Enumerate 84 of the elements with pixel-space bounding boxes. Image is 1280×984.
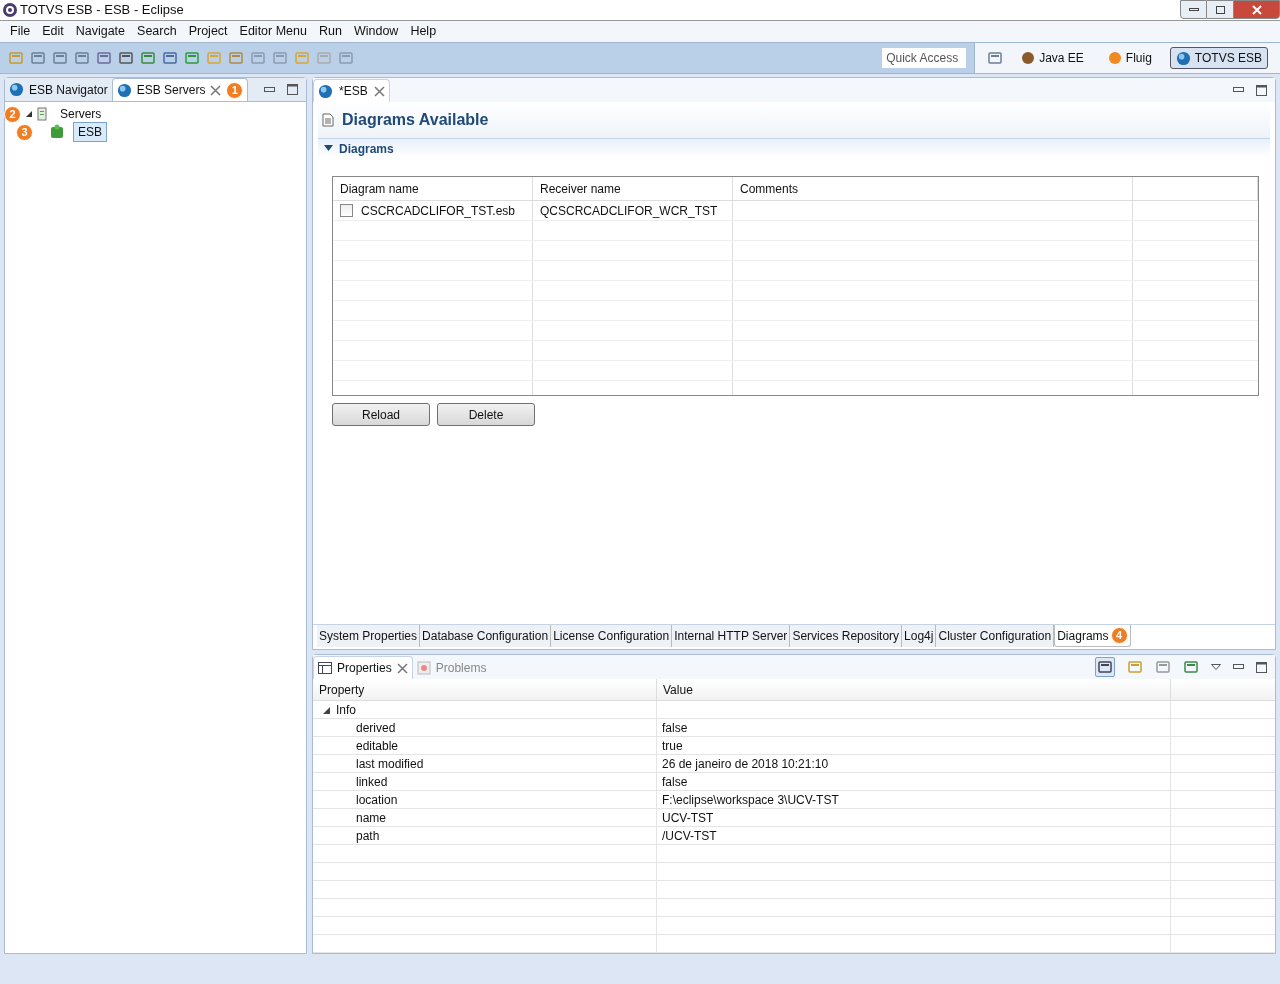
menu-item[interactable]: Help: [404, 22, 443, 41]
reload-button[interactable]: Reload: [332, 403, 430, 426]
close-button[interactable]: [1233, 0, 1280, 19]
column-header[interactable]: Property: [313, 679, 657, 700]
view-tab[interactable]: ESB Navigator: [5, 78, 112, 101]
minimize-icon[interactable]: [1233, 87, 1244, 93]
group-label: Info: [336, 702, 356, 719]
menu-item[interactable]: Window: [347, 22, 405, 41]
globe-icon: [9, 82, 24, 97]
table-cell-text: QCSCRCADCLIFOR_WCR_TST: [540, 202, 718, 220]
perspective-button[interactable]: Fluig: [1101, 47, 1158, 69]
tree-item[interactable]: Servers: [55, 104, 107, 124]
property-name: linked: [356, 774, 388, 791]
menu-item[interactable]: Project: [182, 22, 234, 41]
table-cell-text: CSCRCADCLIFOR_TST.esb: [361, 202, 516, 220]
page-tab[interactable]: Diagrams 4: [1054, 625, 1131, 647]
globe-icon: [318, 83, 333, 99]
maximize-icon[interactable]: [287, 84, 298, 95]
page-tab[interactable]: Cluster Configuration: [936, 625, 1055, 647]
property-name: derived: [356, 720, 396, 737]
expand-arrow-icon[interactable]: [25, 110, 33, 118]
window-title: TOTVS ESB - ESB - Eclipse: [20, 1, 184, 20]
column-header[interactable]: Value: [657, 679, 1171, 700]
page-tab[interactable]: System Properties: [317, 625, 421, 647]
property-name: location: [356, 792, 398, 809]
globe-icon: [1175, 50, 1191, 66]
quick-access-field[interactable]: Quick Access: [882, 48, 967, 68]
property-value: false: [662, 720, 688, 737]
tree-item[interactable]: ESB: [73, 122, 107, 142]
expand-arrow-icon: [324, 145, 333, 152]
menu-item[interactable]: Editor Menu: [233, 22, 313, 41]
table-icon: [318, 662, 332, 674]
maximize-icon[interactable]: [1256, 84, 1267, 96]
number-badge: 1: [226, 81, 244, 99]
delete-button[interactable]: Delete: [437, 403, 535, 426]
close-icon: [1251, 4, 1262, 15]
server-icon: [37, 107, 47, 121]
view-tab[interactable]: ESB Servers 1: [111, 78, 249, 101]
restore-button[interactable]: [1207, 0, 1233, 19]
menu-item[interactable]: Search: [131, 22, 183, 41]
page-tab[interactable]: Database Configuration: [420, 625, 552, 647]
perspective-button[interactable]: Java EE: [1015, 47, 1090, 69]
column-header[interactable]: Receiver name: [533, 177, 733, 200]
page-tab[interactable]: Internal HTTP Server: [672, 625, 791, 647]
close-icon[interactable]: [210, 84, 222, 96]
perspective-button[interactable]: TOTVS ESB: [1169, 47, 1268, 69]
view-menu-icon[interactable]: [1211, 664, 1221, 670]
menu-item[interactable]: Run: [312, 22, 348, 41]
minimize-icon[interactable]: [1233, 664, 1244, 670]
section-header[interactable]: Diagrams: [318, 138, 1270, 158]
row-checkbox[interactable]: [340, 204, 353, 217]
property-value: false: [662, 774, 688, 791]
property-value: UCV-TST: [662, 810, 714, 827]
property-name: path: [356, 828, 380, 845]
minimize-icon[interactable]: [264, 86, 275, 93]
globe-icon: [116, 82, 132, 98]
number-badge: 3: [16, 123, 33, 141]
editor-tab[interactable]: *ESB: [313, 79, 390, 102]
maximize-icon[interactable]: [1256, 661, 1267, 673]
page-tab[interactable]: Services Repository: [790, 625, 903, 647]
document-icon: [322, 113, 334, 127]
property-value: 26 de janeiro de 2018 10:21:10: [662, 756, 829, 773]
menu-item[interactable]: Edit: [36, 22, 70, 41]
close-icon[interactable]: [373, 85, 385, 97]
property-name: editable: [356, 738, 399, 755]
property-name: name: [356, 810, 387, 827]
number-badge: 4: [1110, 627, 1128, 644]
property-value: true: [662, 738, 683, 755]
page-tab[interactable]: License Configuration: [551, 625, 673, 647]
column-header[interactable]: Diagram name: [333, 177, 533, 200]
minimize-button[interactable]: [1180, 0, 1207, 19]
warning-list-icon: [416, 660, 431, 675]
expand-arrow-icon[interactable]: [323, 706, 330, 714]
form-title: Diagrams Available: [342, 110, 489, 130]
view-tab[interactable]: Properties: [313, 656, 413, 679]
menu-item[interactable]: Navigate: [69, 22, 132, 41]
column-header[interactable]: Comments: [733, 177, 1133, 200]
property-value: F:\eclipse\workspace 3\UCV-TST: [662, 792, 839, 809]
property-value: /UCV-TST: [662, 828, 717, 845]
page-tab[interactable]: Log4j: [902, 625, 937, 647]
number-badge: 2: [4, 105, 21, 123]
close-icon[interactable]: [396, 662, 408, 674]
menu-item[interactable]: File: [4, 22, 37, 41]
property-name: last modified: [356, 756, 424, 773]
